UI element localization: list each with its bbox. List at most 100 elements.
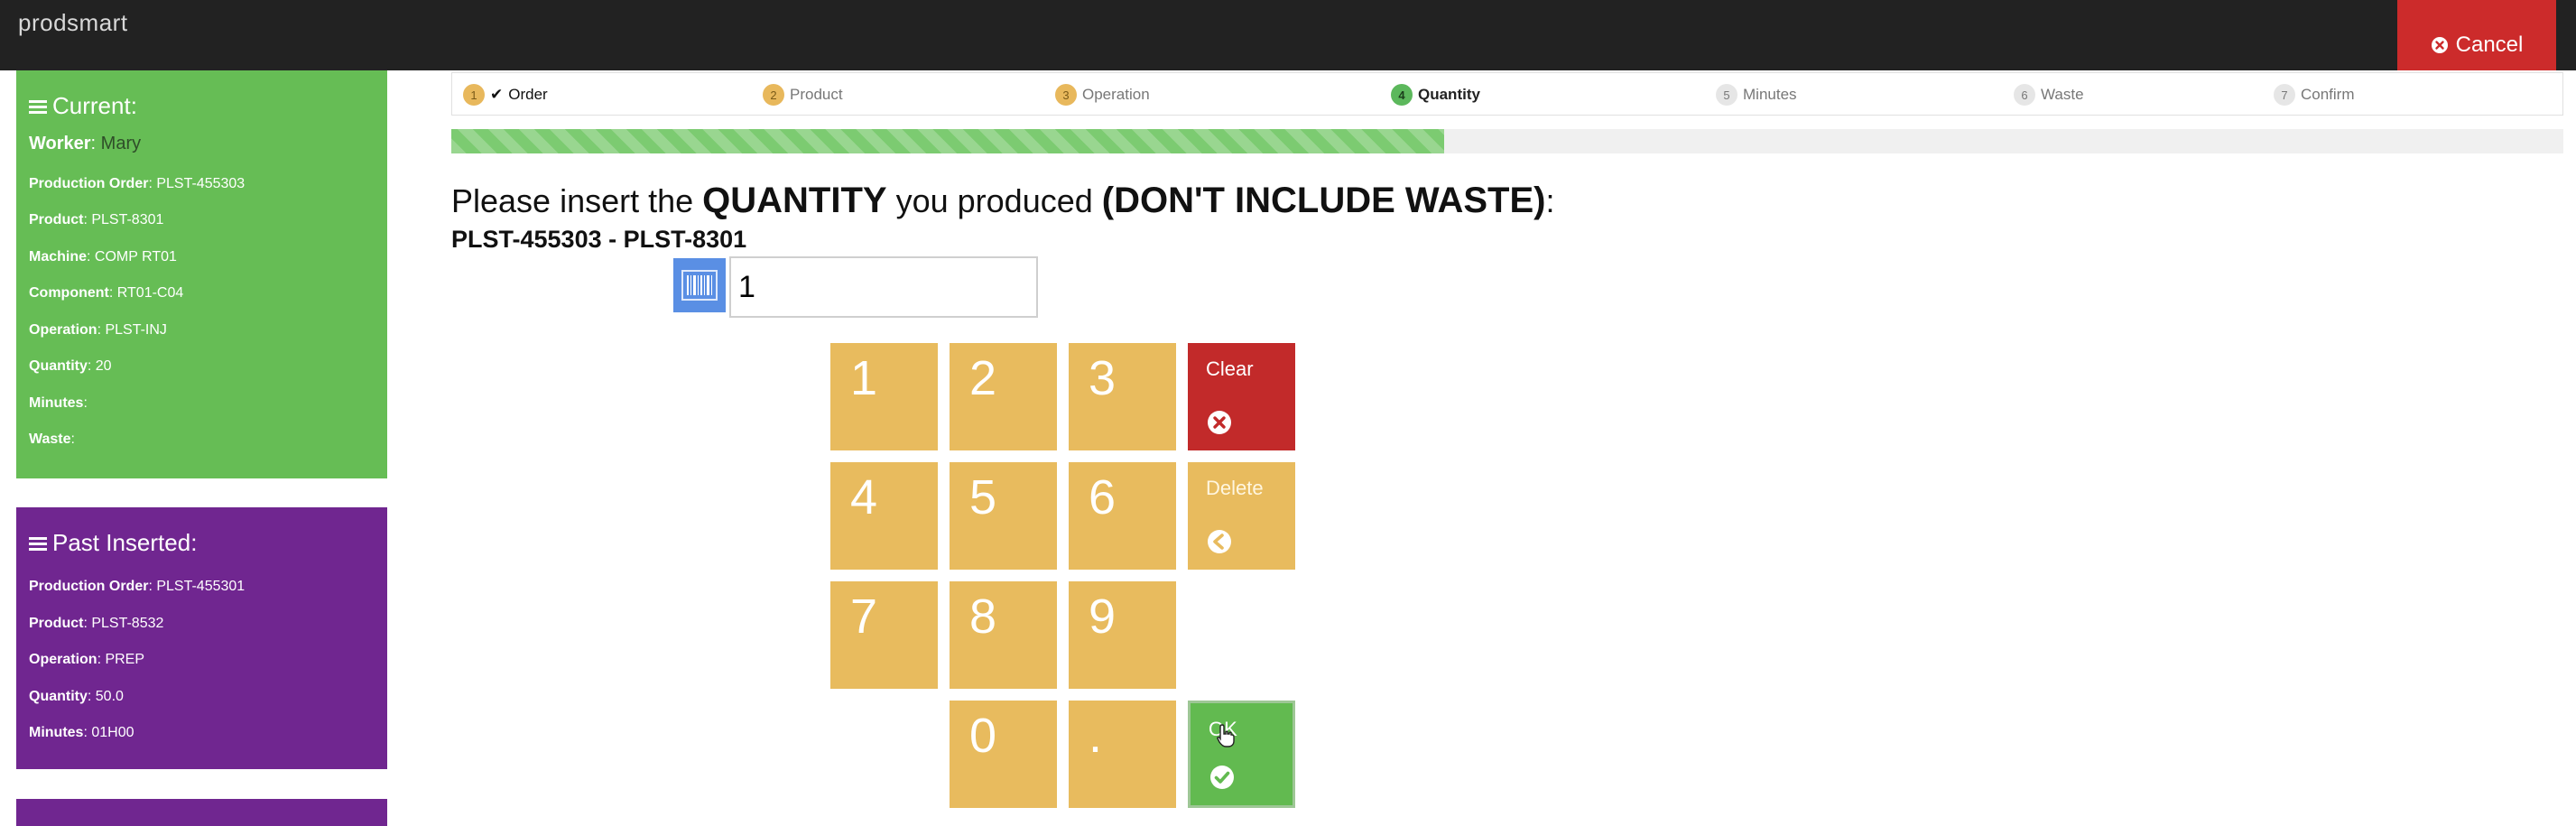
past-row-operation: Operation: PREP: [29, 652, 145, 667]
key-6[interactable]: 6: [1069, 462, 1176, 570]
step-label: Product: [790, 86, 843, 103]
prompt-quantity: QUANTITY: [702, 181, 887, 220]
clear-button[interactable]: Clear: [1188, 343, 1295, 450]
key-3[interactable]: 3: [1069, 343, 1176, 450]
current-row-machine: Machine: COMP RT01: [29, 249, 177, 265]
quantity-prompt: Please insert the QUANTITY you produced …: [451, 181, 1554, 221]
row-value: RT01-C04: [116, 285, 184, 301]
past-row-quantity: Quantity: 50.0: [29, 689, 124, 704]
quantity-input[interactable]: [729, 256, 1038, 318]
row-label: Minutes: [29, 395, 84, 411]
next-panel: [16, 799, 387, 826]
worker-value: Mary: [100, 134, 142, 153]
row-label: Component: [29, 285, 109, 301]
prompt-text: Please insert the: [451, 182, 703, 219]
key-2[interactable]: 2: [950, 343, 1057, 450]
step-quantity[interactable]: 4 Quantity: [1391, 84, 1480, 106]
row-label: Quantity: [29, 689, 88, 704]
step-label: Confirm: [2301, 86, 2355, 103]
ok-button[interactable]: OK: [1188, 701, 1295, 808]
pointer-cursor-icon: [1217, 724, 1235, 747]
current-panel: Current: Worker: Mary Production Order: …: [16, 70, 387, 478]
row-value: PLST-455301: [156, 579, 246, 594]
worker-label: Worker: [29, 134, 91, 153]
delete-button[interactable]: Delete: [1188, 462, 1295, 570]
close-circle-icon: [1208, 411, 1231, 434]
step-number: 1: [463, 84, 485, 106]
prompt-waste-note: (DON'T INCLUDE WASTE): [1101, 181, 1546, 220]
step-number: 3: [1055, 84, 1077, 106]
past-row-minutes: Minutes: 01H00: [29, 725, 134, 740]
past-row-product: Product: PLST-8532: [29, 616, 164, 631]
row-value: 20: [95, 358, 112, 374]
row-value: 50.0: [95, 689, 124, 704]
step-label: Waste: [2041, 86, 2084, 103]
key-0[interactable]: 0: [950, 701, 1057, 808]
step-indicator: 1 ✔ Order 2 Product 3 Operation 4 Quantit…: [451, 72, 2563, 116]
row-label: Operation: [29, 322, 97, 338]
key-1[interactable]: 1: [830, 343, 938, 450]
step-label: Order: [508, 86, 548, 103]
step-number: 4: [1391, 84, 1413, 106]
row-label: Minutes: [29, 725, 84, 740]
row-label: Operation: [29, 652, 97, 667]
cancel-button[interactable]: Cancel: [2397, 0, 2556, 70]
check-circle-icon: [1210, 766, 1234, 789]
key-decimal[interactable]: .: [1069, 701, 1176, 808]
current-row-waste: Waste:: [29, 432, 75, 447]
row-label: Quantity: [29, 358, 88, 374]
key-5[interactable]: 5: [950, 462, 1057, 570]
top-bar: prodsmart Cancel: [0, 0, 2576, 70]
menu-icon: [29, 99, 47, 114]
step-number: 5: [1716, 84, 1737, 106]
current-title: Current:: [29, 92, 137, 120]
row-value: COMP RT01: [94, 249, 177, 265]
row-value: PLST-8301: [91, 212, 164, 227]
step-waste: 6 Waste: [2014, 84, 2084, 106]
barcode-icon: [681, 270, 718, 301]
step-operation[interactable]: 3 Operation: [1055, 84, 1150, 106]
step-label: Quantity: [1418, 86, 1480, 103]
step-minutes: 5 Minutes: [1716, 84, 1797, 106]
brand-logo: prodsmart: [18, 9, 128, 36]
row-label: Waste: [29, 432, 71, 447]
key-9[interactable]: 9: [1069, 581, 1176, 689]
row-label: Production Order: [29, 176, 149, 191]
barcode-button[interactable]: [673, 258, 726, 312]
progress-fill: [451, 129, 1444, 153]
current-row-minutes: Minutes:: [29, 395, 88, 411]
row-label: Product: [29, 616, 84, 631]
row-value: PLST-8532: [91, 616, 164, 631]
past-inserted-panel: Past Inserted: Production Order: PLST-45…: [16, 507, 387, 769]
row-value: 01H00: [91, 725, 134, 740]
step-product[interactable]: 2 Product: [763, 84, 843, 106]
worker-row: Worker: Mary: [29, 134, 142, 153]
arrow-left-circle-icon: [1208, 530, 1231, 553]
menu-icon: [29, 536, 47, 551]
current-row-component: Component: RT01-C04: [29, 285, 184, 301]
close-circle-icon: [2431, 37, 2448, 53]
progress-bar: [451, 129, 2563, 153]
step-number: 7: [2274, 84, 2295, 106]
key-7[interactable]: 7: [830, 581, 938, 689]
current-row-production-order: Production Order: PLST-455303: [29, 176, 246, 191]
step-order[interactable]: 1 ✔ Order: [463, 84, 548, 106]
past-row-production-order: Production Order: PLST-455301: [29, 579, 246, 594]
current-row-product: Product: PLST-8301: [29, 212, 164, 227]
current-row-operation: Operation: PLST-INJ: [29, 322, 167, 338]
delete-label: Delete: [1206, 477, 1264, 499]
row-value: PLST-INJ: [105, 322, 167, 338]
step-confirm: 7 Confirm: [2274, 84, 2355, 106]
clear-label: Clear: [1206, 357, 1254, 380]
step-number: 2: [763, 84, 784, 106]
key-4[interactable]: 4: [830, 462, 938, 570]
past-title-text: Past Inserted:: [52, 529, 198, 556]
row-label: Machine: [29, 249, 88, 265]
check-icon: ✔: [490, 86, 504, 103]
current-row-quantity: Quantity: 20: [29, 358, 112, 374]
past-title: Past Inserted:: [29, 529, 197, 557]
key-8[interactable]: 8: [950, 581, 1057, 689]
current-title-text: Current:: [52, 92, 137, 119]
step-label: Minutes: [1743, 86, 1797, 103]
order-product-line: PLST-455303 - PLST-8301: [451, 226, 747, 253]
